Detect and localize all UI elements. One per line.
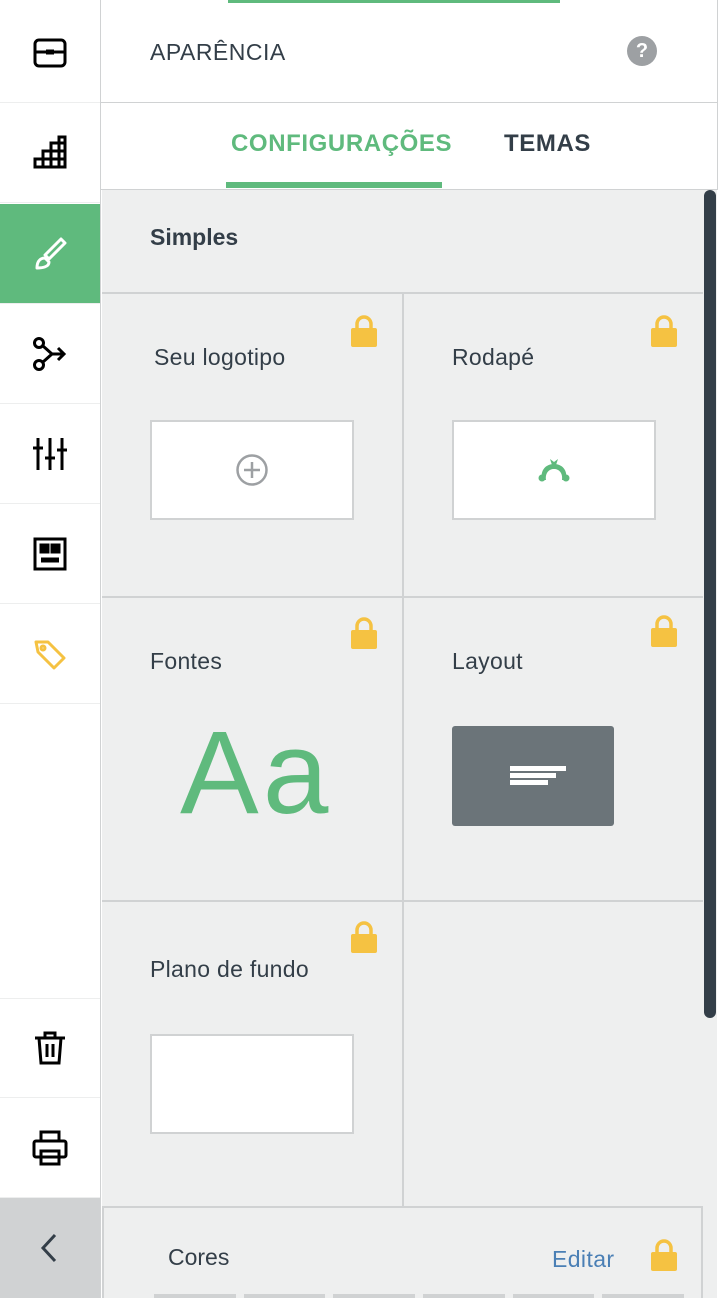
text-align-left-icon <box>510 766 566 785</box>
lock-icon <box>351 921 377 953</box>
panel-header: APARÊNCIA ? <box>101 3 717 103</box>
add-logo-button[interactable] <box>150 420 354 520</box>
tab-settings[interactable]: CONFIGURAÇÕES <box>231 130 452 158</box>
color-swatch[interactable] <box>333 1294 416 1298</box>
scrollbar-thumb[interactable] <box>704 190 716 1018</box>
trash-icon <box>35 1031 65 1065</box>
appearance-settings-content: Simples Seu logotipo Rodapé Fontes Aa La… <box>102 190 703 1298</box>
print-icon <box>32 1130 68 1165</box>
color-swatch[interactable] <box>154 1294 236 1298</box>
tab-themes[interactable]: TEMAS <box>504 130 591 158</box>
lock-icon <box>351 617 377 649</box>
brand-logo-icon <box>538 459 570 482</box>
footer-preview[interactable] <box>452 420 656 520</box>
price-tag-icon <box>34 640 66 669</box>
font-sample[interactable]: Aa <box>180 714 332 832</box>
color-swatch[interactable] <box>512 1294 595 1298</box>
page-title: APARÊNCIA <box>150 39 286 65</box>
lock-icon <box>351 315 377 347</box>
colors-row: Cores Editar <box>102 1206 703 1298</box>
help-icon[interactable]: ? <box>627 36 657 66</box>
color-swatch[interactable] <box>243 1294 326 1298</box>
brush-icon <box>35 237 67 269</box>
rail-item-appearance[interactable] <box>0 204 100 304</box>
active-tab-underline <box>226 182 442 188</box>
section-title: Simples <box>150 224 239 250</box>
divider <box>102 900 703 902</box>
lock-icon <box>651 315 677 347</box>
rail-item-results[interactable] <box>0 103 100 203</box>
rail-item-upgrade[interactable] <box>0 604 100 704</box>
rail-item-layout[interactable] <box>0 504 100 604</box>
layout-label: Layout <box>452 648 523 674</box>
color-swatch[interactable] <box>602 1294 685 1298</box>
left-icon-rail <box>0 0 101 1298</box>
suitcase-icon <box>33 38 67 67</box>
color-swatch[interactable] <box>423 1294 505 1298</box>
lock-icon <box>651 615 677 647</box>
rail-item-print[interactable] <box>0 1098 100 1198</box>
bar-chart-icon <box>33 135 67 168</box>
content-scrollbar[interactable] <box>703 190 717 1298</box>
rail-item-delete[interactable] <box>0 998 100 1098</box>
background-label: Plano de fundo <box>150 956 309 982</box>
lock-icon <box>651 1239 677 1271</box>
chevron-left-icon <box>40 1233 57 1263</box>
logo-label: Seu logotipo <box>154 344 286 370</box>
plus-circle-icon <box>236 454 268 486</box>
layout-grid-icon <box>33 537 67 570</box>
divider <box>102 596 703 598</box>
column-divider <box>402 293 404 1206</box>
panel-right-border <box>717 0 718 190</box>
layout-preview[interactable] <box>452 726 614 826</box>
footer-label: Rodapé <box>452 344 535 370</box>
tab-bar: CONFIGURAÇÕES TEMAS <box>101 104 717 190</box>
color-swatches <box>154 1294 685 1298</box>
edit-colors-link[interactable]: Editar <box>552 1246 614 1273</box>
rail-item-summary[interactable] <box>0 3 100 103</box>
colors-label: Cores <box>168 1244 230 1270</box>
collapse-rail-button[interactable] <box>0 1198 100 1298</box>
rail-item-logic[interactable] <box>0 304 100 404</box>
branch-logic-icon <box>33 336 67 371</box>
background-preview[interactable] <box>150 1034 354 1134</box>
fonts-label: Fontes <box>150 648 223 674</box>
rail-item-options[interactable] <box>0 404 100 504</box>
sliders-icon <box>33 437 67 470</box>
